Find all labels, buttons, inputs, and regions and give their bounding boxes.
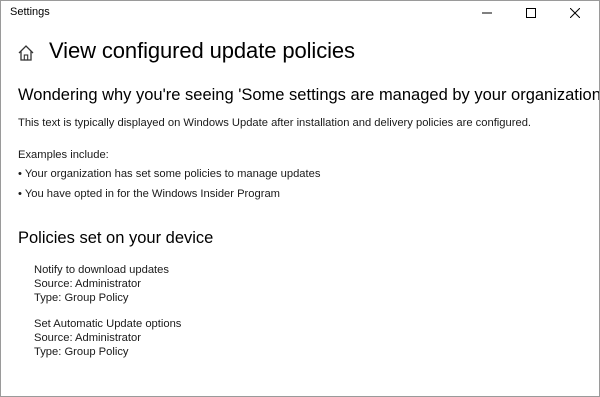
settings-window: Settings View configured update policies… — [0, 0, 600, 397]
info-heading: Wondering why you're seeing 'Some settin… — [18, 86, 600, 104]
close-button[interactable] — [553, 1, 597, 25]
policies-heading: Policies set on your device — [18, 229, 214, 247]
window-title: Settings — [10, 6, 50, 18]
policy-name: Set Automatic Update options — [34, 318, 182, 330]
minimize-icon — [482, 12, 492, 14]
home-button[interactable] — [17, 44, 35, 62]
close-icon — [570, 8, 580, 18]
policy-source: Source: Administrator — [34, 332, 141, 345]
title-bar[interactable]: Settings — [1, 1, 599, 25]
policy-name: Notify to download updates — [34, 264, 169, 276]
policy-item: Set Automatic Update options Source: Adm… — [34, 317, 181, 360]
maximize-icon — [526, 8, 536, 18]
minimize-button[interactable] — [465, 1, 509, 25]
example-item: • You have opted in for the Windows Insi… — [18, 188, 280, 200]
policy-type: Type: Group Policy — [34, 292, 129, 305]
maximize-button[interactable] — [509, 1, 553, 25]
example-item: • Your organization has set some policie… — [18, 168, 321, 180]
policy-item: Notify to download updates Source: Admin… — [34, 263, 169, 306]
policy-source: Source: Administrator — [34, 278, 141, 291]
examples-label: Examples include: — [18, 149, 109, 161]
info-description: This text is typically displayed on Wind… — [18, 117, 532, 129]
home-icon — [18, 45, 34, 61]
policy-type: Type: Group Policy — [34, 346, 129, 359]
page-title: View configured update policies — [49, 38, 355, 63]
